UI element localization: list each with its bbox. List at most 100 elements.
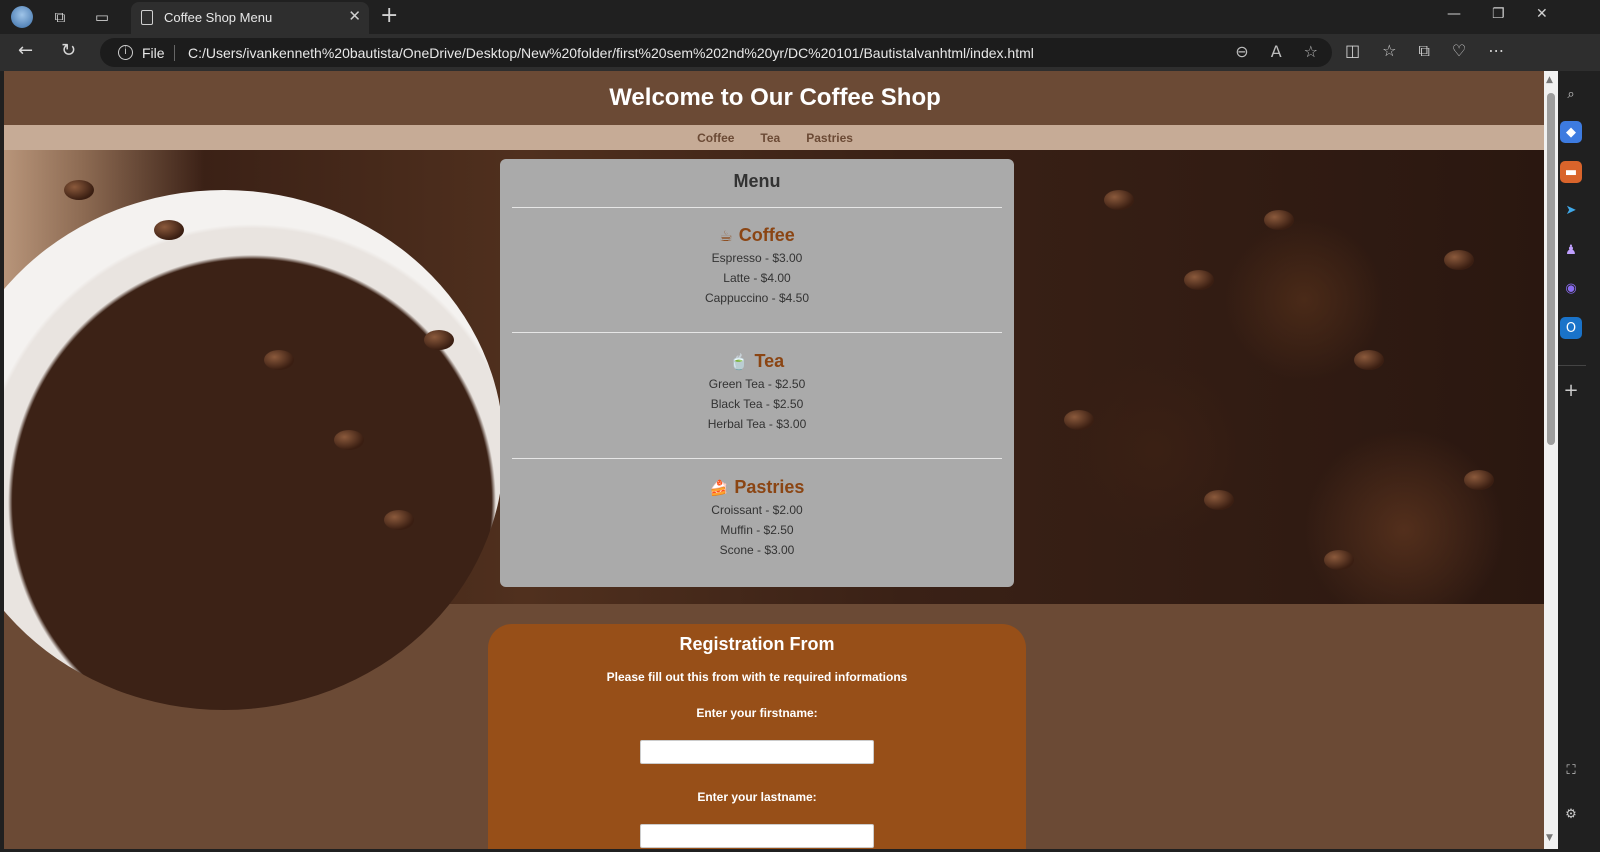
restore-icon[interactable]: ❐ — [1492, 6, 1505, 22]
new-tab-icon[interactable]: + — [380, 3, 398, 28]
coffee-bean — [1324, 550, 1354, 570]
lastname-label: Enter your lastname: — [697, 790, 817, 804]
coffee-bean — [334, 430, 364, 450]
browser-tab-active[interactable]: Coffee Shop Menu ✕ — [131, 2, 369, 34]
coffee-bean — [64, 180, 94, 200]
menu-card: Menu ☕ Coffee Espresso - $3.00 Latte - $4… — [500, 159, 1014, 587]
more-menu-icon[interactable]: ⋯ — [1488, 41, 1504, 61]
coffee-bean — [1264, 210, 1294, 230]
menu-item: Muffin - $2.50 — [720, 523, 794, 537]
page-icon — [141, 10, 153, 25]
address-url[interactable]: C:/Users/ivankenneth%20bautista/OneDrive… — [188, 45, 1034, 61]
nav-link-pastries[interactable]: Pastries — [806, 131, 853, 145]
site-info-icon[interactable]: i — [118, 45, 133, 60]
menu-item: Scone - $3.00 — [719, 543, 795, 557]
games-icon[interactable]: ♟ — [1560, 239, 1582, 261]
read-aloud-icon[interactable]: A — [1271, 42, 1282, 61]
firstname-label: Enter your firstname: — [696, 706, 818, 720]
search-icon[interactable]: ⌕ — [1560, 83, 1582, 105]
toolbar-actions: ◫ ☆ ⧉ ♡ ⋯ — [1345, 41, 1504, 61]
back-icon[interactable]: ← — [18, 40, 33, 61]
menu-item: Cappuccino - $4.50 — [704, 291, 810, 305]
firstname-input[interactable] — [640, 740, 874, 764]
screenshot-icon[interactable]: ⛶ — [1560, 759, 1582, 781]
coffee-bean — [1444, 250, 1474, 270]
shopping-tag-icon[interactable]: ◆ — [1560, 121, 1582, 143]
coffee-bean — [264, 350, 294, 370]
profile-avatar-icon[interactable] — [6, 5, 38, 29]
favorite-star-icon[interactable]: ☆ — [1304, 42, 1318, 61]
cake-slice-icon: 🍰 — [709, 479, 729, 497]
address-file-label: File — [142, 45, 165, 61]
menu-divider — [512, 458, 1002, 459]
address-bar[interactable]: i File C:/Users/ivankenneth%20bautista/O… — [100, 38, 1332, 67]
tools-briefcase-icon[interactable]: ▬ — [1560, 161, 1582, 183]
coffee-bean — [1354, 350, 1384, 370]
menu-item: Black Tea - $2.50 — [710, 397, 804, 411]
registration-subtitle: Please fill out this from with te requir… — [606, 670, 908, 684]
coffee-bean — [424, 330, 454, 350]
address-divider — [174, 45, 175, 61]
registration-title: Registration From — [679, 634, 835, 654]
browser-essentials-icon[interactable]: ♡ — [1452, 41, 1466, 61]
zoom-out-icon[interactable]: ⊖ — [1235, 42, 1248, 61]
menu-item: Croissant - $2.00 — [711, 503, 803, 517]
menu-section-pastries: 🍰 Pastries Croissant - $2.00 Muffin - $2.… — [500, 477, 1014, 560]
menu-item: Herbal Tea - $3.00 — [707, 417, 807, 431]
section-label: Tea — [754, 351, 785, 371]
browser-toolbar: ← ↻ i File C:/Users/ivankenneth%20bautis… — [0, 34, 1600, 98]
close-window-icon[interactable]: ✕ — [1536, 6, 1548, 22]
address-actions: ⊖ A ☆ — [1235, 42, 1318, 61]
settings-gear-icon[interactable]: ⚙ — [1560, 803, 1582, 825]
copilot-app-icon[interactable]: ◉ — [1560, 277, 1582, 299]
scroll-down-arrow-icon[interactable]: ▼ — [1546, 833, 1553, 843]
coffee-bean — [1064, 410, 1094, 430]
menu-title: Menu — [733, 171, 781, 191]
tab-actions-icon[interactable]: ▭ — [86, 5, 118, 29]
page-scrollbar[interactable]: ▲ ▼ — [1544, 71, 1558, 849]
nav-link-coffee[interactable]: Coffee — [697, 131, 734, 145]
registration-form: Registration From Please fill out this f… — [488, 624, 1026, 849]
split-screen-icon[interactable]: ◫ — [1345, 41, 1360, 61]
minimize-icon[interactable]: — — [1447, 6, 1461, 22]
coffee-cup-icon: ☕ — [719, 227, 733, 245]
tea-cup-icon: 🍵 — [729, 353, 749, 371]
section-label: Pastries — [734, 477, 805, 497]
menu-item: Green Tea - $2.50 — [708, 377, 806, 391]
browser-tab-bar: ⧉ ▭ Coffee Shop Menu ✕ + — ❐ ✕ — [0, 0, 1600, 34]
section-label: Coffee — [738, 225, 795, 245]
menu-divider — [512, 332, 1002, 333]
site-title: Welcome to Our Coffee Shop — [609, 84, 941, 111]
coffee-bean — [154, 220, 184, 240]
close-tab-icon[interactable]: ✕ — [348, 7, 361, 25]
section-title-tea: 🍵 Tea — [500, 351, 1014, 372]
section-title-pastries: 🍰 Pastries — [500, 477, 1014, 498]
coffee-bean — [384, 510, 414, 530]
scrollbar-thumb[interactable] — [1547, 93, 1555, 445]
scroll-up-arrow-icon[interactable]: ▲ — [1546, 75, 1553, 85]
section-title-coffee: ☕ Coffee — [500, 225, 1014, 246]
menu-item: Latte - $4.00 — [723, 271, 791, 285]
tab-title: Coffee Shop Menu — [164, 10, 273, 25]
sidebar-divider — [1558, 365, 1586, 366]
coffee-bean — [1184, 270, 1214, 290]
outlook-icon[interactable]: O — [1560, 317, 1582, 339]
lastname-input[interactable] — [640, 824, 874, 848]
workspaces-icon[interactable]: ⧉ — [44, 5, 76, 29]
menu-section-coffee: ☕ Coffee Espresso - $3.00 Latte - $4.00 C… — [500, 225, 1014, 308]
send-icon[interactable]: ➤ — [1560, 199, 1582, 221]
menu-divider — [512, 207, 1002, 208]
collections-icon[interactable]: ⧉ — [1418, 41, 1429, 61]
page-viewport: Welcome to Our Coffee Shop Coffee Tea Pa… — [4, 71, 1546, 849]
coffee-cup-image — [4, 190, 504, 710]
coffee-bean — [1104, 190, 1134, 210]
site-nav: Coffee Tea Pastries — [4, 125, 1546, 150]
site-header: Welcome to Our Coffee Shop — [4, 71, 1546, 125]
favorites-icon[interactable]: ☆ — [1382, 41, 1396, 61]
add-sidebar-app-icon[interactable]: + — [1560, 379, 1582, 401]
nav-link-tea[interactable]: Tea — [760, 131, 780, 145]
menu-section-tea: 🍵 Tea Green Tea - $2.50 Black Tea - $2.50… — [500, 351, 1014, 434]
menu-item: Espresso - $3.00 — [711, 251, 803, 265]
refresh-icon[interactable]: ↻ — [61, 40, 76, 61]
coffee-bean — [1464, 470, 1494, 490]
